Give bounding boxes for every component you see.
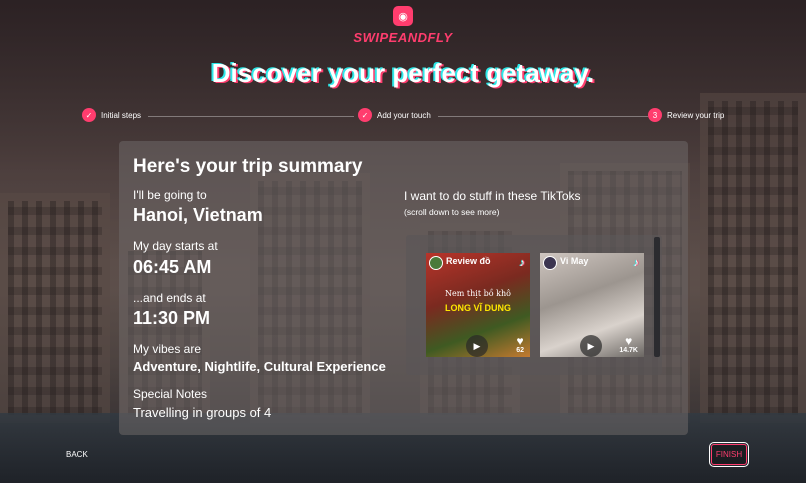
destination-label: I'll be going to: [133, 188, 207, 202]
play-icon[interactable]: ▶: [466, 335, 488, 357]
destination-value: Hanoi, Vietnam: [133, 205, 263, 225]
step-number: 3: [648, 108, 662, 122]
notes-label: Special Notes: [133, 387, 208, 401]
carousel-scrollbar[interactable]: [654, 237, 660, 357]
tiktok-video[interactable]: Vi May ♪ ▶ ♥ 14.7K: [540, 253, 644, 357]
end-time-label: ...and ends at: [133, 291, 206, 305]
trip-summary-card: Here's your trip summary I'll be going t…: [119, 141, 688, 435]
brand-logo[interactable]: ◉ SWIPEANDFLY: [0, 6, 806, 45]
step-label: Add your touch: [377, 110, 431, 120]
avatar: [429, 256, 443, 270]
creator-name: Vi May: [560, 256, 589, 266]
progress-stepper: ✓ Initial steps ✓ Add your touch 3 Revie…: [82, 108, 726, 124]
tiktoks-hint: (scroll down to see more): [404, 207, 500, 217]
avatar: [543, 256, 557, 270]
page-headline: Discover your perfect getaway.: [211, 58, 595, 88]
like-value: 14.7K: [619, 347, 638, 354]
step-connector: [148, 116, 354, 117]
vibes-value: Adventure, Nightlife, Cultural Experienc…: [133, 359, 386, 374]
tiktoks-title: I want to do stuff in these TikToks: [404, 189, 581, 203]
start-time-label: My day starts at: [133, 239, 218, 253]
step-review: 3 Review your trip: [648, 108, 724, 122]
end-time-value: 11:30 PM: [133, 308, 211, 328]
play-icon[interactable]: ▶: [580, 335, 602, 357]
check-icon: ✓: [358, 108, 372, 122]
like-count: ♥ 62: [516, 335, 524, 354]
tiktok-carousel[interactable]: Review đồ ♪ Nem thịt bồ khô LONG VĨ DUNG…: [406, 235, 662, 375]
like-value: 62: [516, 347, 524, 354]
brand-name: SWIPEANDFLY: [353, 30, 453, 45]
heart-icon: ♥: [516, 334, 524, 348]
step-label: Review your trip: [667, 110, 725, 120]
step-label: Initial steps: [101, 110, 142, 120]
step-initial: ✓ Initial steps: [82, 108, 141, 122]
summary-title: Here's your trip summary: [133, 156, 363, 177]
notes-value: Travelling in groups of 4: [133, 405, 272, 420]
check-icon: ✓: [82, 108, 96, 122]
tiktok-video[interactable]: Review đồ ♪ Nem thịt bồ khô LONG VĨ DUNG…: [426, 253, 530, 357]
back-button[interactable]: BACK: [66, 450, 88, 459]
pin-icon: ◉: [393, 6, 413, 26]
step-connector: [438, 116, 648, 117]
video-highlight: LONG VĨ DUNG: [444, 303, 511, 313]
creator-name: Review đồ: [446, 256, 491, 266]
tiktok-icon: ♪: [519, 257, 526, 269]
start-time-value: 06:45 AM: [133, 257, 212, 277]
like-count: ♥ 14.7K: [619, 335, 638, 354]
tiktok-icon: ♪: [633, 257, 640, 269]
video-caption: Nem thịt bồ khô: [445, 289, 511, 298]
finish-button[interactable]: FINISH: [709, 442, 749, 467]
step-add-touch: ✓ Add your touch: [358, 108, 431, 122]
heart-icon: ♥: [625, 334, 633, 348]
vibes-label: My vibes are: [133, 342, 202, 356]
